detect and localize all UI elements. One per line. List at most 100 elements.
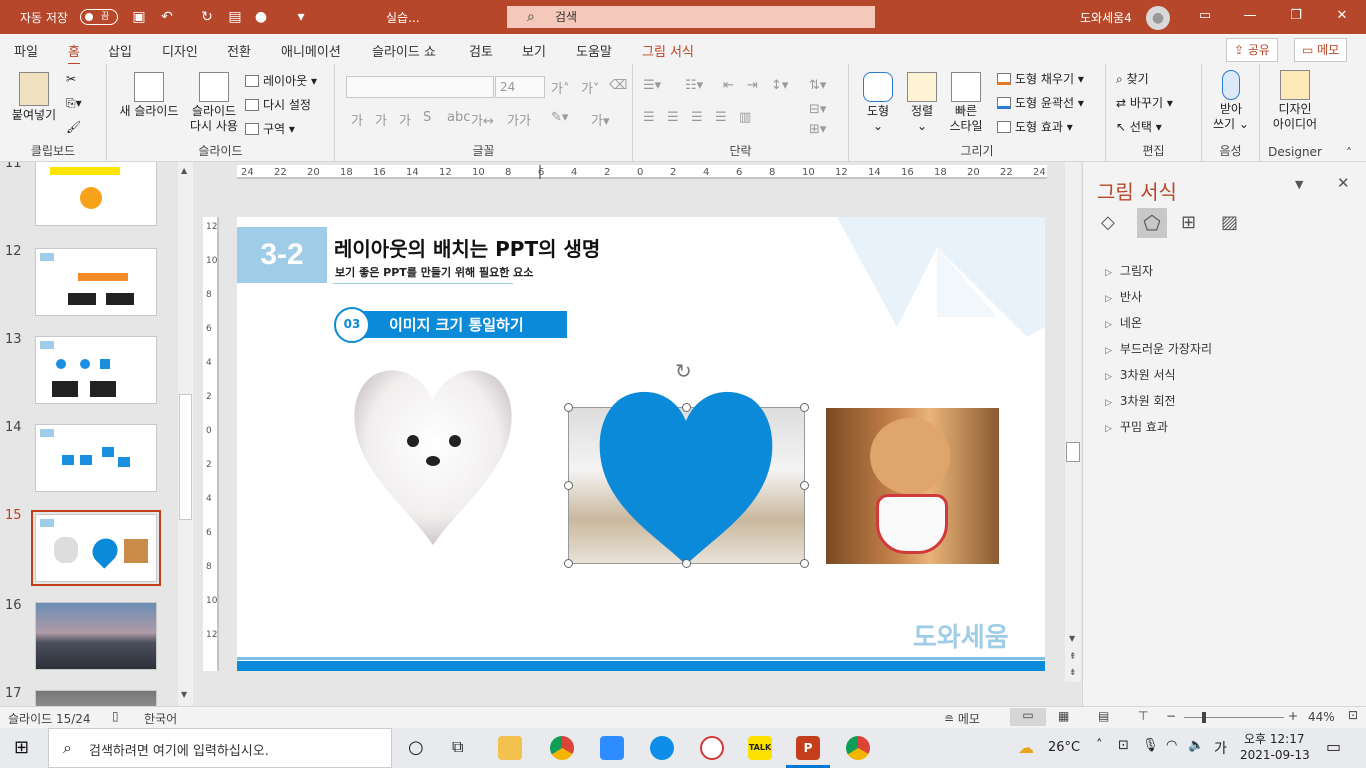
slide-subtitle[interactable]: 보기 좋은 PPT를 만들기 위해 필요한 요소	[335, 264, 533, 280]
maximize-icon[interactable]: ❐	[1286, 8, 1306, 26]
network-icon[interactable]: ⊡	[1118, 738, 1129, 753]
teamviewer-icon[interactable]	[650, 736, 674, 760]
resize-handle[interactable]	[564, 481, 573, 490]
resize-handle[interactable]	[800, 481, 809, 490]
replace-button[interactable]: ⇄ 바꾸기 ▾	[1116, 94, 1173, 111]
ribbon-display-icon[interactable]: ▭	[1195, 8, 1215, 26]
slide-title[interactable]: 레이아웃의 배치는 PPT의 생명	[334, 233, 600, 262]
file-explorer-icon[interactable]	[498, 736, 522, 760]
format-painter-icon[interactable]: ●	[252, 8, 270, 26]
dictate-button[interactable]: 받아 쓰기 ⌄	[1208, 70, 1254, 132]
slide-thumb-12[interactable]	[35, 248, 157, 316]
share-button[interactable]: ⇪ 공유	[1226, 38, 1278, 62]
grow-font-icon[interactable]: 가˄	[551, 78, 569, 97]
search-box[interactable]: ⌕ 검색	[507, 6, 875, 28]
tab-help[interactable]: 도움말	[576, 41, 612, 60]
arrange-button[interactable]: 정렬 ⌄	[901, 72, 943, 134]
comments-button[interactable]: ▭ 메모	[1294, 38, 1348, 62]
smartart-icon[interactable]: ⊞▾	[809, 122, 826, 137]
picture-icon[interactable]: ▨	[1221, 212, 1238, 233]
puppy-photo-heart[interactable]	[351, 363, 515, 547]
scroll-down-icon[interactable]: ▼	[1069, 634, 1075, 643]
file-name[interactable]: 실습...	[386, 9, 420, 26]
windows-start-icon[interactable]: ⊞	[14, 737, 29, 758]
paste-button[interactable]: 붙여넣기	[8, 72, 60, 123]
shadow-icon[interactable]: S	[423, 110, 431, 125]
align-right-icon[interactable]: ☰	[691, 110, 703, 125]
normal-view-icon[interactable]: ▭	[1010, 708, 1046, 726]
reading-view-icon[interactable]: ▤	[1098, 709, 1109, 723]
line-spacing-icon[interactable]: ↕▾	[771, 78, 788, 93]
zoom-slider[interactable]	[1184, 717, 1284, 718]
taskbar-search[interactable]: ⌕ 검색하려면 여기에 입력하십시오.	[48, 728, 392, 768]
font-size-combo[interactable]: 24	[495, 76, 545, 98]
cut-icon[interactable]: ✂	[66, 72, 76, 86]
resize-handle[interactable]	[564, 403, 573, 412]
chrome-icon[interactable]	[846, 736, 870, 760]
bullets-icon[interactable]: ☰▾	[643, 78, 661, 93]
justify-icon[interactable]: ☰	[715, 110, 727, 125]
slide-thumb-15[interactable]	[31, 510, 161, 586]
tab-insert[interactable]: 삽입	[108, 41, 132, 60]
find-button[interactable]: ⌕ 찾기	[1116, 70, 1149, 87]
notifications-icon[interactable]: ▭	[1326, 737, 1341, 756]
pane-item-artistic-effects[interactable]: 꾸밈 효과	[1105, 418, 1168, 435]
next-slide-icon[interactable]: ⇟	[1069, 668, 1077, 678]
format-painter-icon[interactable]: 🖌	[66, 120, 81, 134]
fit-slide-icon[interactable]: ⊡	[1348, 708, 1358, 722]
shape-effects-button[interactable]: 도형 효과 ▾	[997, 118, 1073, 135]
pane-item-3d-format[interactable]: 3차원 서식	[1105, 366, 1176, 383]
new-slide-button[interactable]: 새 슬라이드	[115, 72, 183, 119]
resize-handle[interactable]	[682, 559, 691, 568]
shape-fill-button[interactable]: 도형 채우기 ▾	[997, 70, 1084, 87]
minimize-icon[interactable]: —	[1240, 8, 1260, 26]
notes-button[interactable]: ≘ 메모	[944, 710, 980, 727]
effects-icon[interactable]: ⬠	[1137, 208, 1167, 238]
highlight-icon[interactable]: ✎▾	[551, 110, 568, 125]
select-button[interactable]: ↖ 선택 ▾	[1116, 118, 1162, 135]
align-center-icon[interactable]: ☰	[667, 110, 679, 125]
slideshow-icon[interactable]: ⊤	[1138, 709, 1148, 723]
thumbnail-scrollbar[interactable]: ▲ ▼	[178, 162, 193, 706]
shape-outline-button[interactable]: 도형 윤곽선 ▾	[997, 94, 1084, 111]
weather-icon[interactable]: ☁	[1018, 738, 1034, 757]
underline-icon[interactable]: 가	[399, 110, 411, 129]
pomeranian-photo[interactable]	[826, 408, 999, 564]
slide-thumb-13[interactable]	[35, 336, 157, 404]
pane-item-soft-edges[interactable]: 부드러운 가장자리	[1105, 340, 1212, 357]
pane-item-glow[interactable]: 네온	[1105, 314, 1142, 331]
scroll-thumb[interactable]	[1066, 442, 1080, 462]
collapse-ribbon-icon[interactable]: ˄	[1346, 146, 1352, 160]
wifi-icon[interactable]: ◠	[1166, 738, 1177, 753]
tray-overflow-icon[interactable]: ˄	[1096, 738, 1103, 753]
zoom-slider-thumb[interactable]	[1202, 712, 1206, 723]
columns-icon[interactable]: ▥	[739, 110, 751, 125]
char-spacing-icon[interactable]: 가↔	[471, 110, 494, 129]
current-slide[interactable]: 3-2 레이아웃의 배치는 PPT의 생명 보기 좋은 PPT를 만들기 위해 …	[237, 217, 1045, 671]
change-case-icon[interactable]: 가가	[507, 110, 531, 129]
slide-scrollbar[interactable]: ▼ ⇞ ⇟	[1065, 162, 1081, 682]
accessibility-icon[interactable]: ▯	[112, 709, 119, 723]
cortana-icon[interactable]: ○	[408, 737, 424, 758]
font-color-icon[interactable]: 가▾	[591, 110, 610, 129]
clock-date[interactable]: 2021-09-13	[1240, 748, 1310, 762]
slide-sorter-icon[interactable]: ▦	[1058, 709, 1069, 723]
zoom-level[interactable]: 44%	[1308, 710, 1335, 724]
weather-temp[interactable]: 26°C	[1048, 740, 1080, 755]
user-name[interactable]: 도와세움4	[1080, 9, 1132, 26]
quick-styles-button[interactable]: 빠른 스타일	[941, 72, 991, 134]
tab-home[interactable]: 홈	[68, 41, 80, 66]
tab-file[interactable]: 파일	[14, 41, 38, 60]
step-number[interactable]: 03	[334, 307, 370, 343]
powerpoint-icon[interactable]: P	[796, 736, 820, 760]
pane-options-icon[interactable]: ▼	[1295, 178, 1303, 191]
slide-thumb-17[interactable]	[35, 690, 157, 706]
shrink-font-icon[interactable]: 가˅	[581, 78, 599, 97]
slide-thumb-16[interactable]	[35, 602, 157, 670]
close-pane-icon[interactable]: ✕	[1337, 174, 1350, 192]
language-indicator[interactable]: 한국어	[144, 710, 177, 727]
clock-time[interactable]: 오후 12:17	[1244, 730, 1304, 747]
decrease-indent-icon[interactable]: ⇤	[723, 78, 734, 93]
text-direction-icon[interactable]: ⇅▾	[809, 78, 826, 93]
tab-review[interactable]: 검토	[469, 41, 493, 60]
